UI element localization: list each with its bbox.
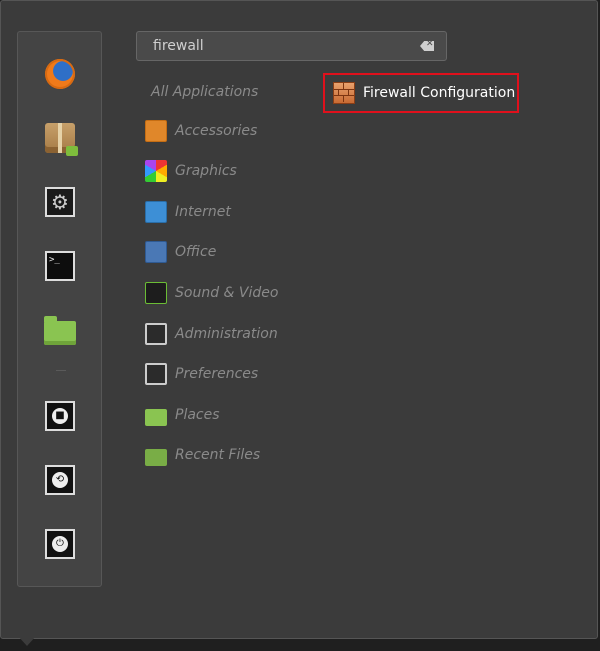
search-query: firewall	[153, 38, 204, 54]
lock-screen-button[interactable]: ■	[42, 398, 78, 434]
favorite-files[interactable]	[42, 312, 78, 348]
result-firewall-configuration[interactable]: Firewall Configuration	[323, 73, 519, 113]
logout-button[interactable]: ⟲	[42, 462, 78, 498]
category-administration[interactable]: Administration	[145, 321, 278, 347]
category-label: All Applications	[151, 84, 259, 100]
category-recent-files[interactable]: Recent Files	[145, 442, 260, 468]
menu-pointer	[18, 636, 36, 646]
category-label: Preferences	[175, 366, 259, 382]
administration-icon	[145, 323, 167, 345]
search-input[interactable]: firewall ✕	[136, 31, 447, 61]
category-preferences[interactable]: Preferences	[145, 361, 258, 387]
shutdown-button[interactable]: ⏻	[42, 526, 78, 562]
category-places[interactable]: Places	[145, 402, 220, 428]
category-all-applications[interactable]: All Applications	[151, 79, 258, 105]
accessories-icon	[145, 120, 167, 142]
category-office[interactable]: Office	[145, 239, 216, 265]
recent-files-icon	[145, 448, 167, 466]
power-icon: ⏻	[45, 529, 75, 559]
category-label: Recent Files	[175, 447, 261, 463]
category-internet[interactable]: Internet	[145, 199, 231, 225]
firewall-icon	[333, 82, 355, 104]
application-menu: ⚙ >_ ■ ⟲ ⏻ firewall ✕ All Applications A…	[0, 0, 598, 639]
favorites-separator	[56, 370, 66, 371]
category-label: Internet	[175, 204, 231, 220]
firefox-icon	[45, 59, 75, 89]
category-graphics[interactable]: Graphics	[145, 158, 237, 184]
category-label: Office	[175, 244, 217, 260]
favorites-sidebar: ⚙ >_ ■ ⟲ ⏻	[17, 31, 102, 587]
category-label: Administration	[175, 326, 278, 342]
result-label: Firewall Configuration	[363, 85, 516, 101]
favorite-software-manager[interactable]	[42, 120, 78, 156]
favorite-system-settings[interactable]: ⚙	[42, 184, 78, 220]
package-icon	[45, 123, 78, 156]
category-sound-video[interactable]: Sound & Video	[145, 280, 278, 306]
category-label: Sound & Video	[175, 285, 279, 301]
office-icon	[145, 241, 167, 263]
gear-icon: ⚙	[45, 187, 75, 217]
favorite-terminal[interactable]: >_	[42, 248, 78, 284]
graphics-icon	[145, 160, 167, 182]
category-label: Accessories	[175, 123, 258, 139]
terminal-icon: >_	[45, 251, 75, 281]
category-accessories[interactable]: Accessories	[145, 118, 257, 144]
favorite-firefox[interactable]	[42, 56, 78, 92]
folder-icon	[44, 316, 76, 345]
preferences-icon	[145, 363, 167, 385]
category-label: Places	[175, 407, 220, 423]
sound-video-icon	[145, 282, 167, 304]
clear-search-icon[interactable]: ✕	[420, 41, 434, 51]
logout-icon: ⟲	[45, 465, 75, 495]
places-icon	[145, 408, 167, 426]
internet-icon	[145, 201, 167, 223]
category-label: Graphics	[175, 163, 237, 179]
lock-icon: ■	[45, 401, 75, 431]
